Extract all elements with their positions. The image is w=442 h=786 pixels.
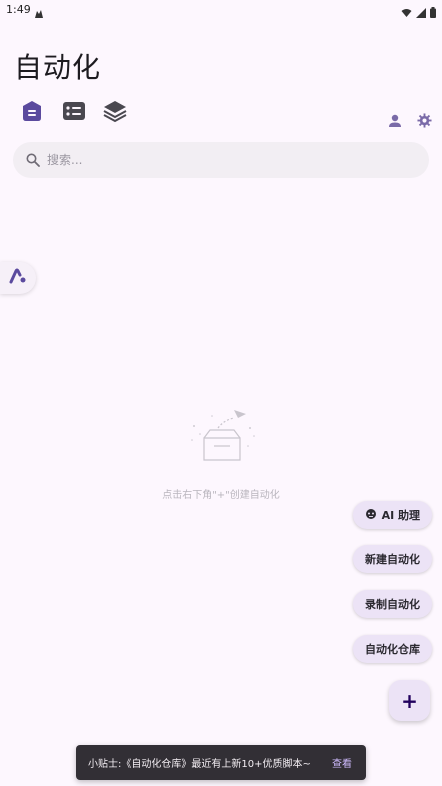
empty-box-illustration xyxy=(184,406,260,470)
layers-icon xyxy=(102,99,128,127)
automation-repository-label: 自动化仓库 xyxy=(365,643,420,656)
search-icon xyxy=(26,152,40,171)
status-icons xyxy=(401,3,436,22)
status-time: 1:49 xyxy=(6,3,31,16)
page-title: 自动化 xyxy=(14,51,102,84)
signal-icon xyxy=(416,3,426,22)
tab-home[interactable] xyxy=(19,100,45,126)
tab-layers[interactable] xyxy=(102,100,128,126)
user-icon xyxy=(388,113,402,132)
snackbar-message: 小贴士:《自动化仓库》最近有上新10+优质脚本~ xyxy=(88,759,311,770)
new-automation-label: 新建自动化 xyxy=(365,553,420,566)
record-automation-button[interactable]: 录制自动化 xyxy=(353,590,432,618)
profile-button[interactable] xyxy=(387,114,403,130)
plus-icon: + xyxy=(401,688,418,713)
new-automation-button[interactable]: 新建自动化 xyxy=(353,545,432,573)
search-input[interactable] xyxy=(47,142,417,178)
status-bar: 1:49 xyxy=(0,0,442,20)
logo-icon xyxy=(9,268,27,288)
battery-icon xyxy=(430,3,436,22)
tab-list[interactable] xyxy=(61,100,87,126)
list-icon xyxy=(62,100,86,126)
snackbar-view-button[interactable]: 查看 xyxy=(332,755,352,770)
home-icon xyxy=(20,99,44,127)
add-fab-button[interactable]: + xyxy=(389,680,430,721)
notification-icon xyxy=(34,4,44,23)
wifi-icon xyxy=(401,3,412,22)
settings-button[interactable] xyxy=(416,112,432,132)
ai-assistant-button[interactable]: AI 助理 xyxy=(352,501,432,529)
empty-state-message: 点击右下角"+"创建自动化 xyxy=(162,490,280,501)
robot-icon xyxy=(365,508,377,523)
automation-repository-button[interactable]: 自动化仓库 xyxy=(353,635,432,663)
gear-icon xyxy=(416,112,432,132)
tip-snackbar: 小贴士:《自动化仓库》最近有上新10+优质脚本~ 查看 xyxy=(76,745,366,780)
record-automation-label: 录制自动化 xyxy=(365,598,420,611)
floating-assistant-button[interactable] xyxy=(0,262,36,294)
ai-assistant-label: AI 助理 xyxy=(381,509,420,522)
search-bar[interactable] xyxy=(13,142,429,178)
